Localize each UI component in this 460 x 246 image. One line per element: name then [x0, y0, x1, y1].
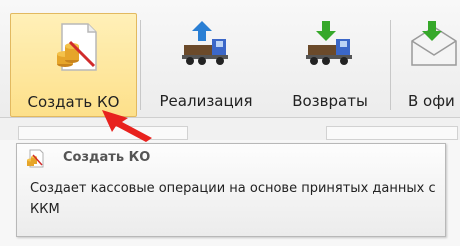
tooltip-body: Создает кассовые операции на основе прин… [30, 181, 436, 217]
content-strip [0, 118, 460, 140]
ribbon-toolbar: Создать КО Реализация Возвраты В офи [0, 0, 460, 118]
tooltip-title: Создать КО [63, 150, 151, 165]
to-office-button[interactable]: В офи [400, 13, 460, 117]
to-office-label: В офи [408, 92, 455, 110]
sales-truck-icon [176, 19, 236, 77]
create-cash-operation-icon [44, 20, 104, 78]
pointer-arrow-icon [102, 110, 152, 142]
returns-truck-icon [300, 19, 360, 77]
returns-label: Возвраты [292, 92, 368, 110]
sales-label: Реализация [159, 92, 253, 110]
toolbar-divider [140, 20, 141, 110]
filter-field[interactable] [326, 126, 458, 140]
create-cash-operation-icon [24, 149, 46, 169]
tooltip: Создать КО Создает кассовые операции на … [16, 143, 446, 237]
send-to-office-envelope-icon [408, 19, 460, 77]
create-ko-button[interactable]: Создать КО [10, 13, 137, 117]
sales-button[interactable]: Реализация [146, 13, 266, 117]
returns-button[interactable]: Возвраты [280, 13, 380, 117]
toolbar-divider [390, 20, 391, 110]
